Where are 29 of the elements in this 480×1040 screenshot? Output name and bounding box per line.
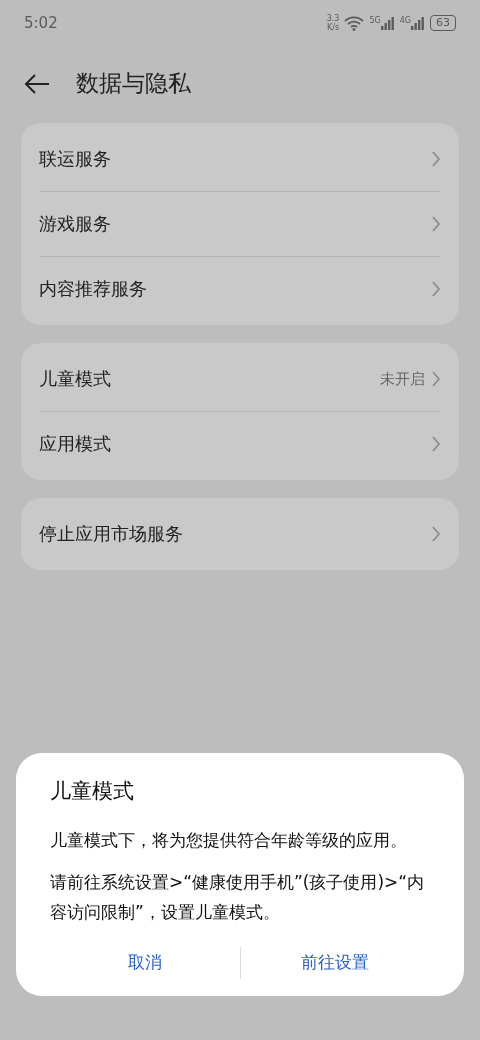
page-title: 数据与隐私 [76,69,191,98]
chevron-right-icon [431,525,441,543]
item-value: 未开启 [380,369,425,389]
chevron-right-icon [431,280,441,298]
dialog-button[interactable]: 取消 [50,939,240,986]
dialog-title: 儿童模式 [50,778,135,805]
dialog-text: 请前往系统设置>“健康使用手机”(孩子使用)>“内容访问限制”，设置儿童模式。 [50,871,426,924]
wifi-icon [344,15,365,31]
status-time: 5:02 [24,14,59,32]
settings-item[interactable]: 内容推荐服务 [39,277,431,301]
speed-value: 3.3 [326,14,340,23]
chevron-right-icon [431,215,441,233]
battery-level: 63 [430,15,456,31]
chevron-right-icon [431,435,441,453]
settings-item[interactable]: 停止应用市场服务 [39,522,431,546]
dialog-text: 儿童模式下，将为您提供符合年龄等级的应用。 [50,829,408,852]
settings-item[interactable]: 联运服务 [39,147,431,171]
signal-icon [380,16,395,30]
back-icon[interactable] [24,73,50,94]
speed-unit: K/s [327,23,340,32]
settings-item[interactable]: 游戏服务 [39,212,431,236]
network-label: 4G [399,16,411,25]
dialog-button[interactable]: 前往设置 [240,939,430,986]
chevron-right-icon [431,370,441,388]
network-label: 5G [369,16,381,25]
signal-icon [411,16,425,30]
settings-item[interactable]: 儿童模式 [39,367,380,391]
chevron-right-icon [431,150,441,168]
settings-item[interactable]: 应用模式 [39,432,431,456]
